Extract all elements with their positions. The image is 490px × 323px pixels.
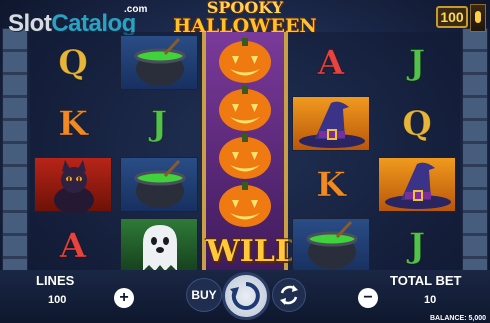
cauldron-icon	[134, 159, 186, 208]
witch-hat-tile	[292, 96, 370, 151]
balance-readout: BALANCE: 5,000	[429, 315, 486, 322]
letter-k-symbol: K	[316, 164, 347, 205]
symbol-cell: K	[30, 93, 116, 154]
symbol-cell	[374, 154, 460, 215]
letter-j-symbol: J	[408, 42, 426, 83]
wild-label: WILD	[206, 234, 301, 269]
symbol-cell	[116, 32, 202, 93]
lines-value: 100	[48, 294, 67, 306]
reel-2: J	[116, 32, 202, 276]
letter-a-symbol: A	[317, 42, 345, 83]
cauldron-tile	[292, 218, 370, 273]
total-bet-value: 10	[424, 294, 437, 306]
witch-hat-icon	[299, 101, 365, 148]
jack-o-lantern-icon	[219, 134, 271, 179]
cauldron-icon	[134, 37, 186, 86]
symbol-cell: Q	[374, 93, 460, 154]
symbol-cell	[30, 154, 116, 215]
reel-4: A K	[288, 32, 374, 276]
symbol-cell	[288, 215, 374, 276]
ghost-tile	[120, 218, 198, 273]
symbol-cell	[288, 93, 374, 154]
reel-grid: Q K A J WILD A K J Q J	[30, 32, 460, 276]
symbol-cell: J	[374, 215, 460, 276]
symbol-cell: A	[288, 32, 374, 93]
right-stone-pillar	[462, 28, 488, 276]
game-scene: SlotCatalog .com SPOOKY HALLOWEEN 100 Q …	[0, 0, 490, 323]
jack-o-lantern-icon	[219, 38, 271, 83]
game-title-line1: SPOOKY	[206, 0, 284, 17]
symbol-cell: K	[288, 154, 374, 215]
cauldron-icon	[306, 220, 358, 269]
letter-q-symbol: Q	[58, 42, 89, 83]
letter-j-symbol: J	[150, 103, 168, 144]
jack-o-lantern-icon	[219, 86, 271, 131]
symbol-cell	[116, 154, 202, 215]
jack-o-lantern-stack	[219, 38, 271, 227]
symbol-cell: J	[374, 32, 460, 93]
reel-5: J Q J	[374, 32, 460, 276]
letter-q-symbol: Q	[402, 103, 433, 144]
reel-1: Q K A	[30, 32, 116, 276]
ghost-icon	[143, 225, 177, 271]
black-cat-icon	[54, 160, 94, 214]
lantern-icon	[470, 4, 486, 32]
symbol-cell	[116, 215, 202, 276]
symbol-cell: A	[30, 215, 116, 276]
buy-button[interactable]: BUY	[186, 278, 222, 312]
letter-a-symbol: A	[59, 225, 87, 266]
brand-suffix: .com	[124, 4, 148, 15]
cauldron-tile	[120, 35, 198, 90]
symbol-cell: Q	[30, 32, 116, 93]
black-cat-tile	[34, 157, 112, 214]
symbol-cell: J	[116, 93, 202, 154]
total-bet-label: TOTAL BET	[390, 273, 462, 288]
cauldron-tile	[120, 157, 198, 212]
autoplay-icon	[280, 285, 298, 305]
autoplay-button[interactable]	[272, 278, 306, 312]
witch-hat-tile	[378, 157, 456, 212]
letter-j-symbol: J	[408, 225, 426, 266]
jack-o-lantern-icon	[219, 182, 271, 227]
wild-reel: WILD	[202, 32, 301, 276]
bet-minus-button[interactable]: −	[358, 288, 378, 308]
lines-plus-button[interactable]: +	[114, 288, 134, 308]
spin-arrow-icon	[230, 282, 260, 310]
spin-button[interactable]	[222, 272, 270, 320]
coin-value-badge[interactable]: 100	[436, 6, 468, 28]
left-stone-pillar	[2, 28, 28, 276]
letter-k-symbol: K	[58, 103, 89, 144]
lines-label: LINES	[36, 273, 75, 288]
witch-hat-icon	[385, 162, 451, 209]
